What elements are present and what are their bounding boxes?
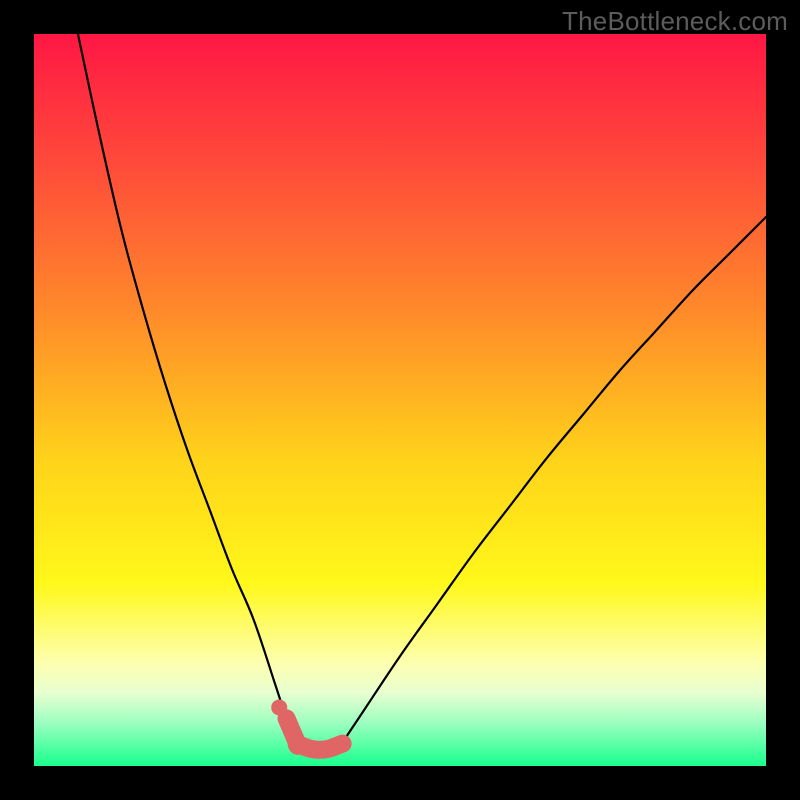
valley-dot xyxy=(271,699,287,715)
bottleneck-chart xyxy=(34,34,766,766)
chart-frame: TheBottleneck.com xyxy=(0,0,800,800)
watermark-text: TheBottleneck.com xyxy=(562,6,788,37)
